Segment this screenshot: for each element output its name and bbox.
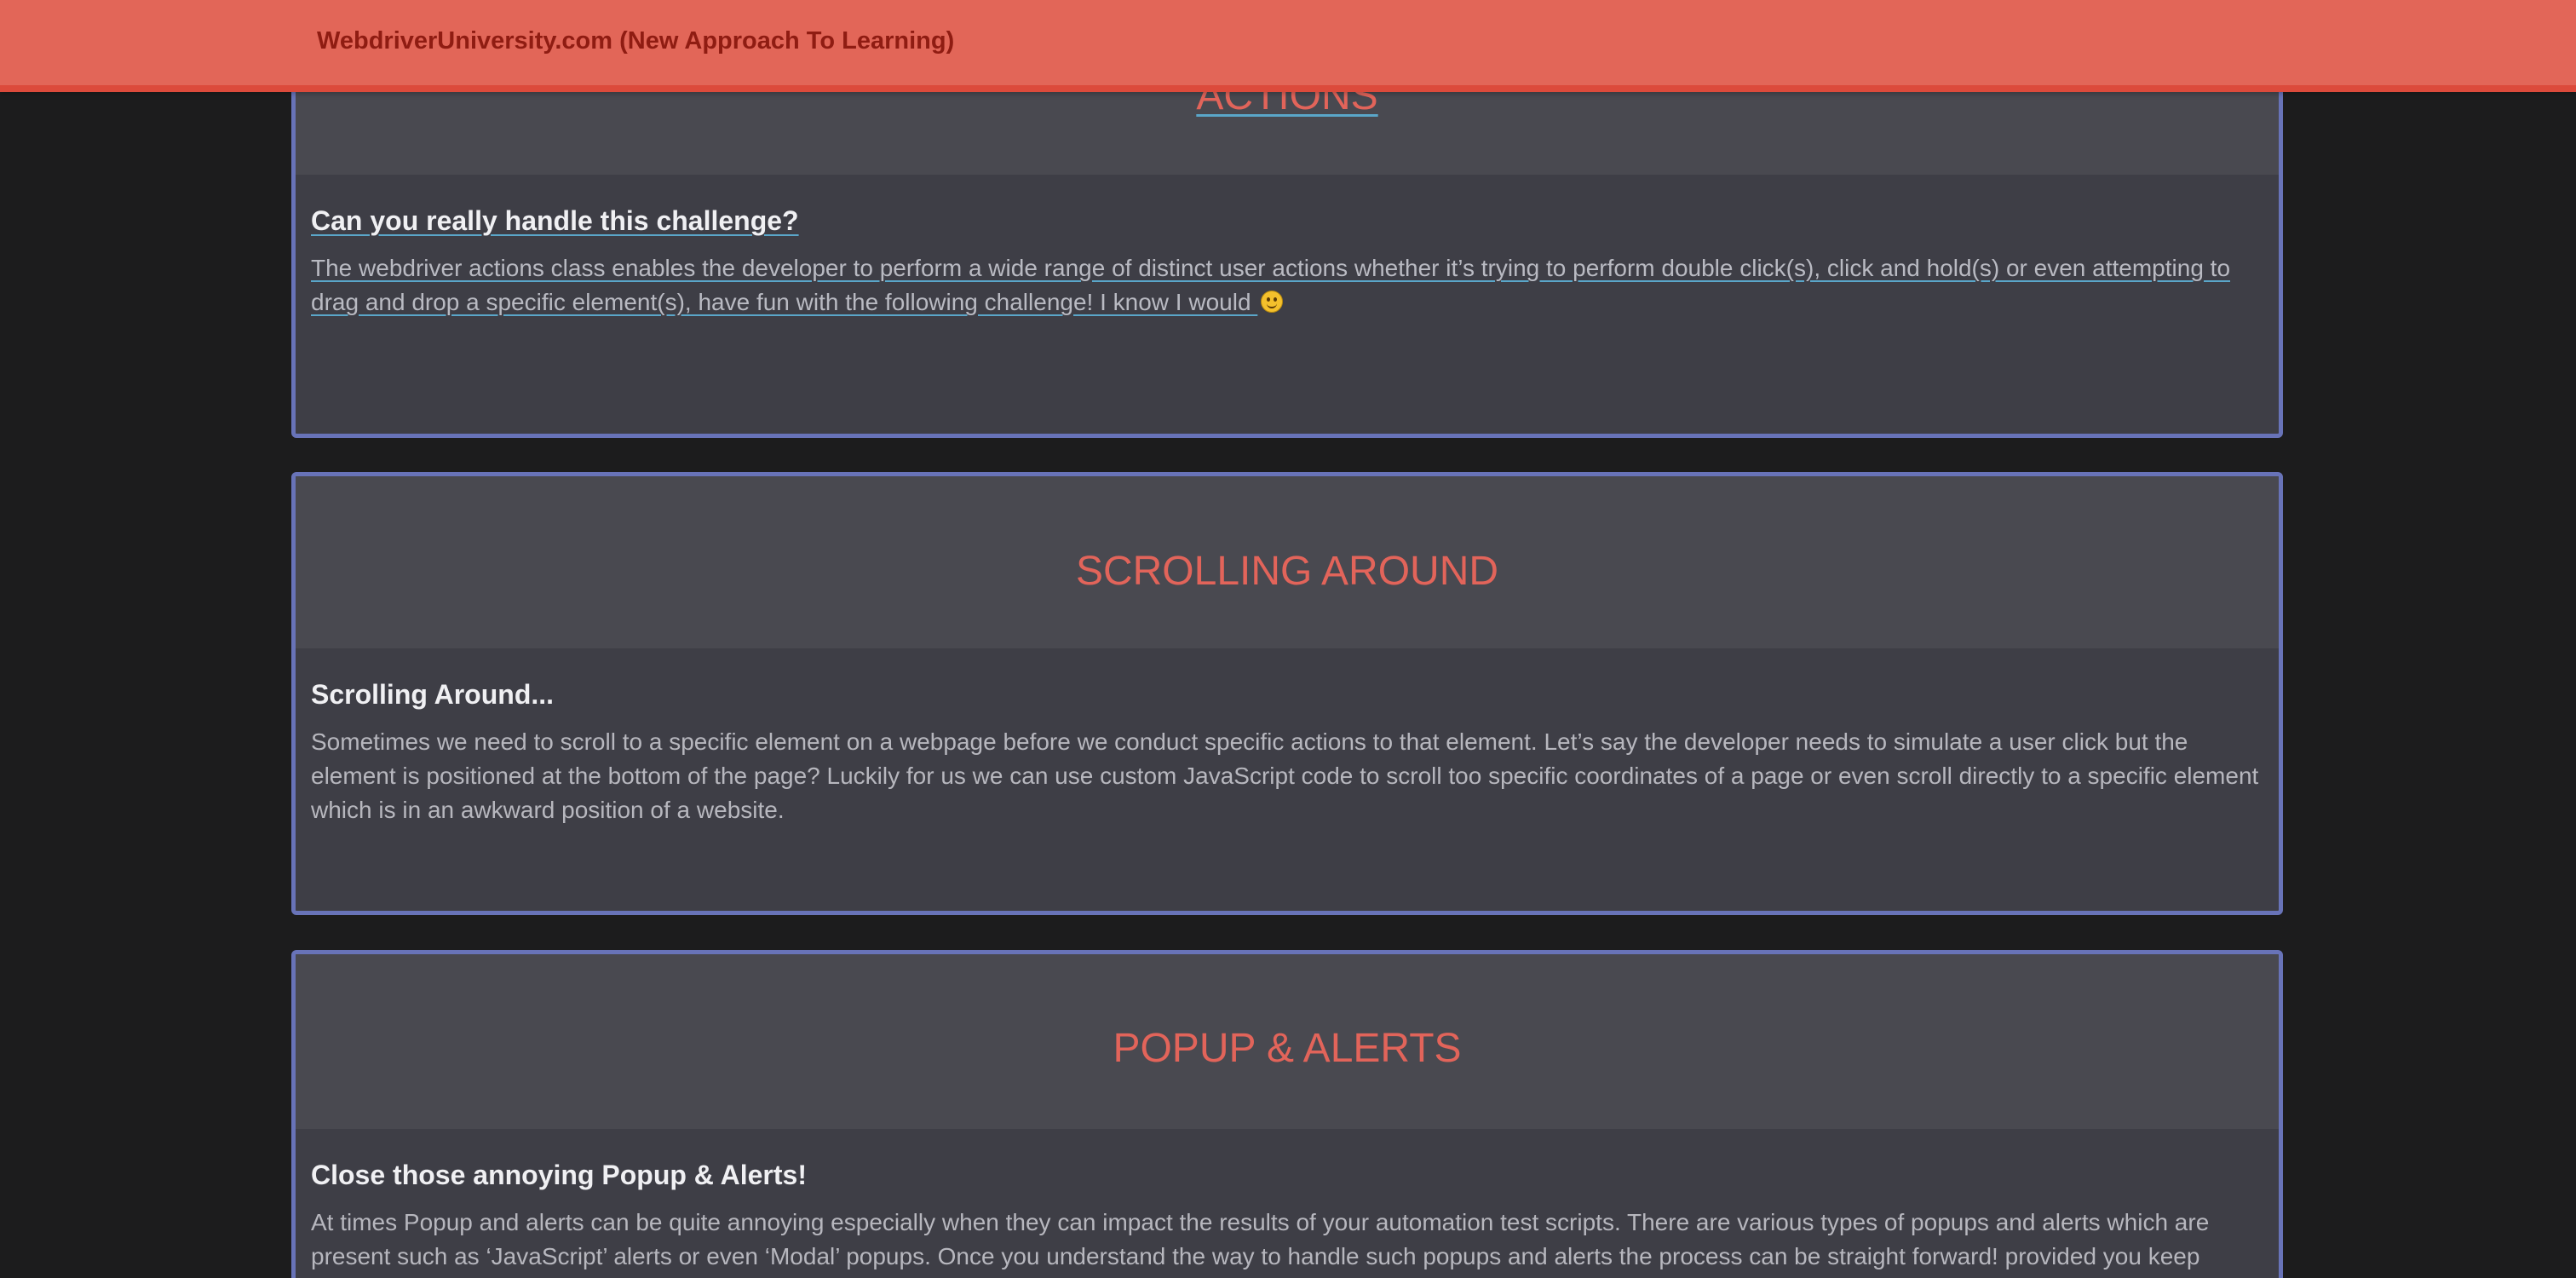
card-subtitle: Scrolling Around... [311, 679, 555, 710]
card-title: POPUP & ALERTS [1113, 1026, 1462, 1071]
card-header: POPUP & ALERTS [296, 954, 2279, 1129]
card-subtitle: Close those annoying Popup & Alerts! [311, 1160, 807, 1190]
card-header: SCROLLING AROUND [296, 476, 2279, 648]
card-title: SCROLLING AROUND [1075, 549, 1499, 594]
card-description: Sometimes we need to scroll to a specifi… [311, 728, 2259, 823]
card-subtitle[interactable]: Can you really handle this challenge? [311, 204, 2263, 238]
page: WebdriverUniversity.com (New Approach To… [0, 0, 2576, 1278]
popup-alerts-card[interactable]: POPUP & ALERTS Close those annoying Popu… [291, 950, 2283, 1278]
brand-link[interactable]: WebdriverUniversity.com (New Approach To… [317, 27, 954, 55]
scrolling-around-card[interactable]: SCROLLING AROUND Scrolling Around... Som… [291, 472, 2283, 915]
card-body: Close those annoying Popup & Alerts! At … [311, 1158, 2263, 1274]
card-body: Scrolling Around... Sometimes we need to… [311, 677, 2263, 827]
card-description[interactable]: The webdriver actions class enables the … [311, 251, 2263, 320]
card-description: At times Popup and alerts can be quite a… [311, 1209, 2210, 1269]
card-body: Can you really handle this challenge? Th… [311, 204, 2263, 320]
top-navbar: WebdriverUniversity.com (New Approach To… [0, 0, 2576, 92]
smiling-face-icon [1261, 291, 1284, 313]
